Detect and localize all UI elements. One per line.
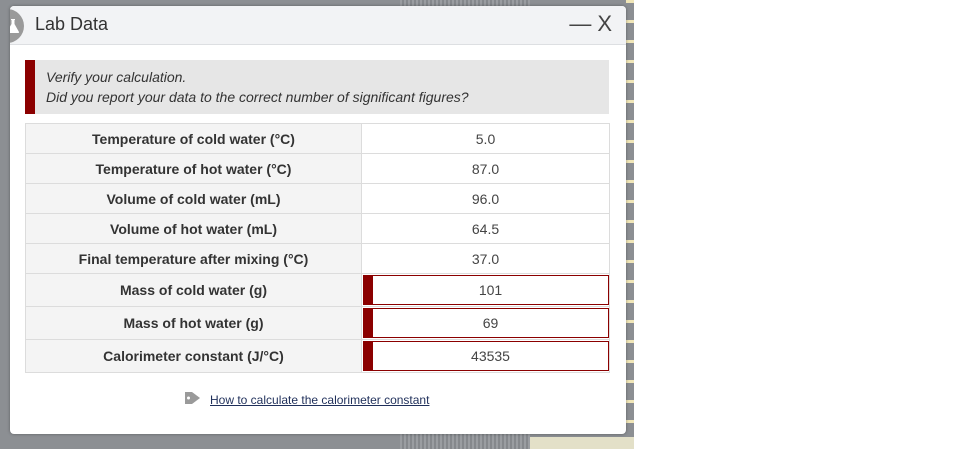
calorimeter-help-link[interactable]: How to calculate the calorimeter constan…: [210, 393, 429, 407]
background-edge: [626, 0, 634, 449]
row-label: Volume of cold water (mL): [25, 183, 362, 214]
row-value: 64.5: [361, 213, 610, 244]
table-row: Calorimeter constant (J/°C): [25, 339, 610, 373]
mass-cold-water-input[interactable]: [373, 276, 608, 304]
mass-hot-water-label: Mass of hot water (g): [25, 306, 362, 340]
table-row: Temperature of cold water (°C) 5.0: [25, 123, 610, 154]
lab-data-dialog: Lab Data — X Verify your calculation. Di…: [10, 6, 626, 434]
minimize-button[interactable]: —: [569, 12, 591, 36]
row-label: Final temperature after mixing (°C): [25, 243, 362, 274]
help-section: How to calculate the calorimeter constan…: [184, 391, 429, 408]
row-value: 5.0: [361, 123, 610, 154]
dialog-title: Lab Data: [35, 14, 109, 34]
row-value: 87.0: [361, 153, 610, 184]
mass-cold-water-label: Mass of cold water (g): [25, 273, 362, 307]
close-button[interactable]: X: [597, 12, 612, 36]
calorimeter-constant-label: Calorimeter constant (J/°C): [25, 339, 362, 373]
lab-data-table: Temperature of cold water (°C) 5.0 Tempe…: [25, 123, 610, 373]
table-row: Mass of cold water (g): [25, 273, 610, 307]
background-panel: [530, 437, 634, 449]
row-label: Volume of hot water (mL): [25, 213, 362, 244]
row-value: 96.0: [361, 183, 610, 214]
table-row: Volume of hot water (mL) 64.5: [25, 213, 610, 244]
alert-line-2: Did you report your data to the correct …: [46, 89, 469, 105]
table-row: Temperature of hot water (°C) 87.0: [25, 153, 610, 184]
calorimeter-constant-input[interactable]: [373, 342, 608, 370]
row-label: Temperature of cold water (°C): [25, 123, 362, 154]
verification-alert: Verify your calculation. Did you report …: [25, 60, 609, 114]
table-row: Volume of cold water (mL) 96.0: [25, 183, 610, 214]
table-row: Final temperature after mixing (°C) 37.0: [25, 243, 610, 274]
row-label: Temperature of hot water (°C): [25, 153, 362, 184]
row-value: 37.0: [361, 243, 610, 274]
dialog-titlebar[interactable]: Lab Data — X: [10, 6, 626, 45]
tag-icon: [184, 391, 202, 408]
alert-line-1: Verify your calculation.: [46, 69, 187, 85]
mass-hot-water-input[interactable]: [373, 309, 608, 337]
table-row: Mass of hot water (g): [25, 306, 610, 340]
flask-icon: [10, 9, 24, 43]
